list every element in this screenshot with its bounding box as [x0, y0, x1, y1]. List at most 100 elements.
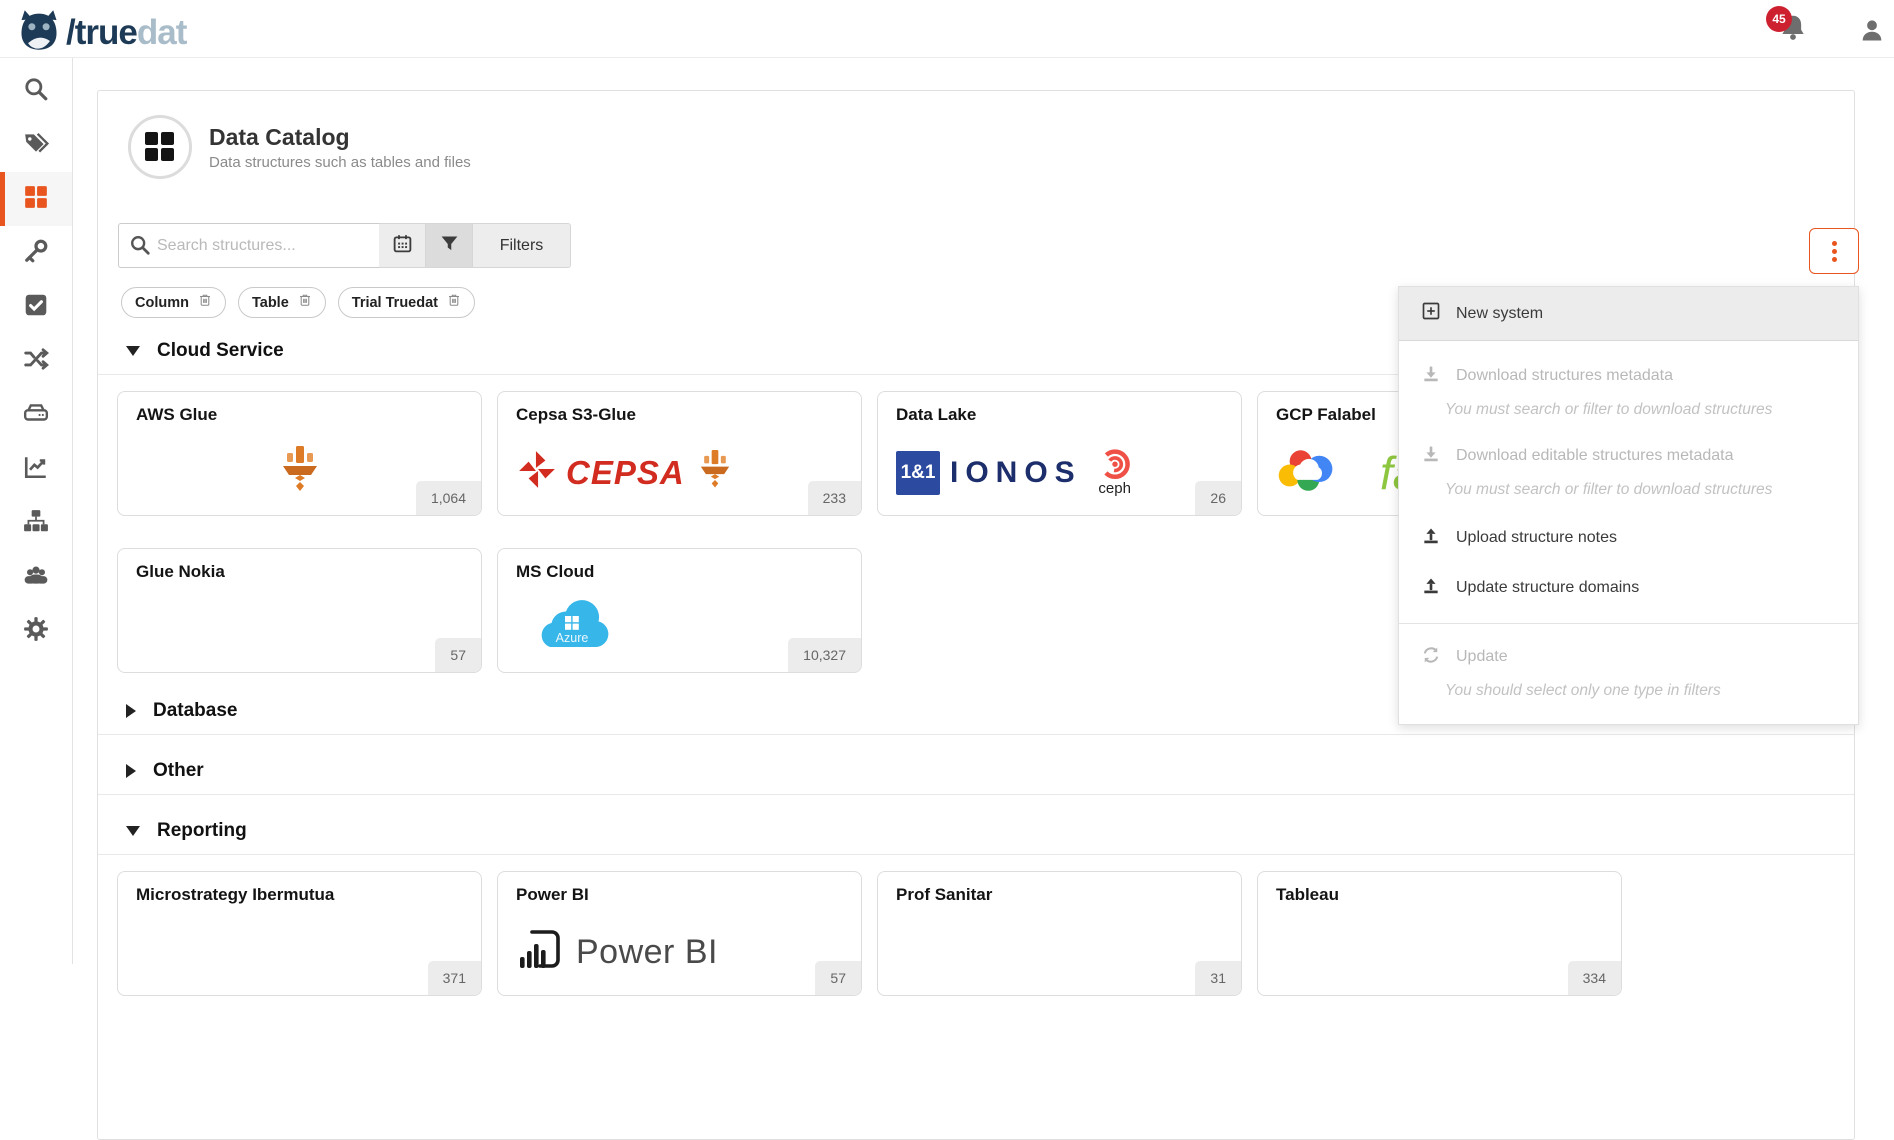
bell-icon	[1778, 29, 1808, 46]
menu-item-download-structures-metadata: Download structures metadata	[1399, 363, 1858, 389]
owl-logo-icon	[16, 7, 62, 58]
structure-count-badge: 10,327	[788, 638, 861, 672]
search-icon	[23, 76, 49, 107]
page-subtitle: Data structures such as tables and files	[209, 154, 471, 171]
filter-chip-trial-truedat[interactable]: Trial Truedat	[338, 287, 475, 318]
sidebar-item-users[interactable]	[0, 550, 72, 604]
filter-chip-table[interactable]: Table	[238, 287, 326, 318]
date-filter-button[interactable]	[379, 223, 426, 268]
search-input[interactable]	[118, 223, 379, 268]
catalog-grid-icon	[145, 132, 175, 162]
filters-button-label: Filters	[500, 237, 544, 255]
cepsa-logo-icon	[516, 449, 558, 496]
system-card-power-bi[interactable]: Power BI	[497, 871, 862, 996]
hard-drive-icon	[23, 400, 49, 431]
azure-cloud-logo-icon: Azure	[528, 599, 616, 660]
actions-dropdown-menu: New system Download structures metadata …	[1398, 286, 1859, 725]
delete-chip-icon[interactable]	[198, 293, 212, 312]
system-card-cepsa-s3-glue[interactable]: Cepsa S3-Glue	[497, 391, 862, 516]
sidebar-item-lineage[interactable]	[0, 334, 72, 388]
filter-chip-column[interactable]: Column	[121, 287, 226, 318]
user-menu-button[interactable]	[1858, 16, 1886, 44]
ionos-logo-text: IONOS	[950, 456, 1082, 490]
app-header: /truedat 45	[0, 0, 1894, 58]
download-icon	[1421, 364, 1441, 389]
sidebar-item-dashboards[interactable]	[0, 442, 72, 496]
users-icon	[23, 562, 49, 593]
tags-icon	[23, 130, 49, 161]
structure-count-badge: 57	[815, 961, 861, 995]
upload-icon	[1421, 576, 1441, 601]
system-card-microstrategy-ibermutua[interactable]: Microstrategy Ibermutua 371	[117, 871, 482, 996]
calendar-icon	[392, 233, 413, 259]
structure-count-badge: 26	[1195, 481, 1241, 515]
menu-item-download-editable-structures-metadata: Download editable structures metadata	[1399, 443, 1858, 469]
azure-logo-text: Azure	[556, 631, 589, 645]
menu-note: You must search or filter to download st…	[1399, 481, 1858, 499]
menu-note: You should select only one type in filte…	[1399, 682, 1858, 700]
refresh-icon	[1421, 645, 1441, 670]
shuffle-icon	[23, 346, 49, 377]
delete-chip-icon[interactable]	[298, 293, 312, 312]
sidebar-item-permissions[interactable]	[0, 226, 72, 280]
caret-down-icon	[126, 826, 140, 836]
filter-toggle-button[interactable]	[426, 223, 473, 268]
system-card-aws-glue[interactable]: AWS Glue 1	[117, 391, 482, 516]
user-icon	[1858, 31, 1886, 48]
structure-count-badge: 1,064	[416, 481, 481, 515]
main-sidebar	[0, 58, 73, 964]
menu-item-upload-structure-notes[interactable]: Upload structure notes	[1399, 525, 1858, 551]
structure-count-badge: 57	[435, 638, 481, 672]
sidebar-item-search[interactable]	[0, 64, 72, 118]
system-card-ms-cloud[interactable]: MS Cloud Azure	[497, 548, 862, 673]
aws-glue-logo-icon	[276, 445, 324, 500]
google-cloud-logo-icon	[1276, 447, 1334, 498]
menu-note: You must search or filter to download st…	[1399, 401, 1858, 419]
caret-down-icon	[126, 346, 140, 356]
sidebar-item-settings[interactable]	[0, 604, 72, 658]
system-card-prof-sanitar[interactable]: Prof Sanitar 31	[877, 871, 1242, 996]
system-card-glue-nokia[interactable]: Glue Nokia 57	[117, 548, 482, 673]
delete-chip-icon[interactable]	[447, 293, 461, 312]
page-header: Data Catalog Data structures such as tab…	[128, 115, 1854, 179]
one-and-one-logo: 1&1	[896, 451, 940, 495]
brand-name: /truedat	[66, 11, 186, 55]
structure-count-badge: 334	[1568, 961, 1621, 995]
truedat-logo[interactable]: /truedat	[16, 7, 186, 58]
grid-icon	[23, 184, 49, 215]
sidebar-item-tags[interactable]	[0, 118, 72, 172]
section-other: Other	[98, 759, 1854, 795]
data-catalog-avatar	[128, 115, 192, 179]
notifications-button[interactable]: 45	[1778, 12, 1818, 52]
actions-menu-button[interactable]	[1809, 228, 1859, 274]
sidebar-item-systems[interactable]	[0, 388, 72, 442]
funnel-icon	[439, 233, 460, 259]
search-icon	[129, 234, 151, 256]
plus-square-icon	[1421, 301, 1441, 326]
chart-line-icon	[23, 454, 49, 485]
aws-glue-logo-icon	[695, 449, 735, 496]
page-title: Data Catalog	[209, 124, 471, 151]
ceph-logo-icon: ceph	[1096, 448, 1134, 497]
sitemap-icon	[23, 508, 49, 539]
check-square-icon	[23, 292, 49, 323]
menu-item-update: Update	[1399, 644, 1858, 670]
filters-button[interactable]: Filters	[473, 223, 571, 268]
sidebar-item-data-catalog[interactable]	[0, 172, 72, 226]
structure-count-badge: 233	[808, 481, 861, 515]
menu-item-update-structure-domains[interactable]: Update structure domains	[1399, 575, 1858, 601]
sidebar-item-taxonomy[interactable]	[0, 496, 72, 550]
download-icon	[1421, 444, 1441, 469]
search-toolbar: Filters	[118, 223, 1854, 268]
caret-right-icon	[126, 704, 136, 718]
structure-count-badge: 31	[1195, 961, 1241, 995]
section-header-other[interactable]: Other	[126, 759, 1854, 783]
sidebar-item-quality[interactable]	[0, 280, 72, 334]
kebab-icon	[1832, 241, 1837, 246]
system-card-tableau[interactable]: Tableau 334	[1257, 871, 1622, 996]
section-header-reporting[interactable]: Reporting	[126, 819, 1854, 843]
system-card-data-lake[interactable]: Data Lake 1&1 IONOS ceph	[877, 391, 1242, 516]
menu-item-new-system[interactable]: New system	[1399, 287, 1858, 341]
structure-count-badge: 371	[428, 961, 481, 995]
gear-icon	[23, 616, 49, 647]
